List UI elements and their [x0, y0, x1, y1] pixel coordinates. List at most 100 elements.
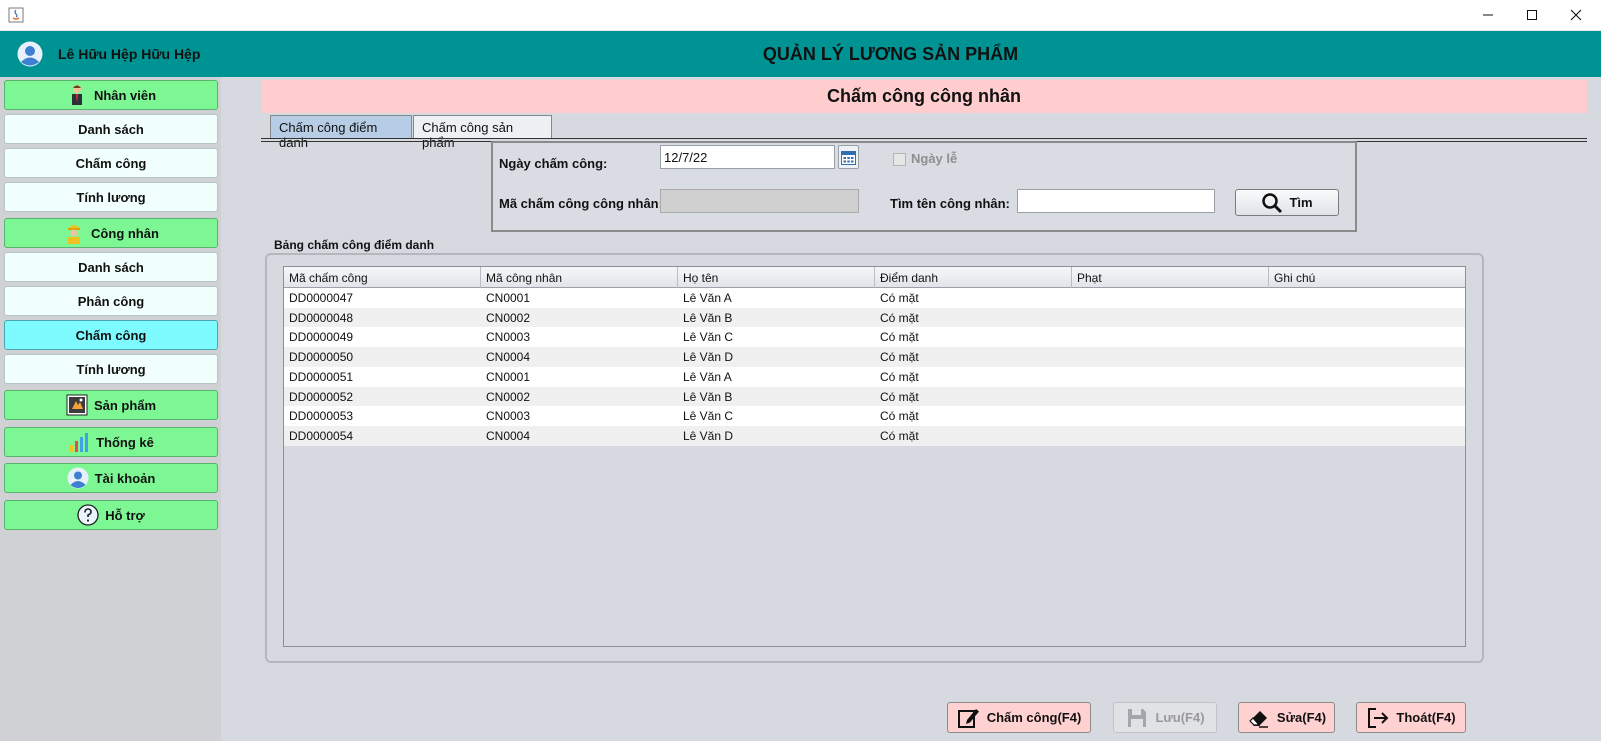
sidebar-item-workers-list[interactable]: Danh sách — [4, 252, 218, 282]
filter-panel: Ngày chấm công: 12/7/22 Ngày lễ Mã chấm … — [491, 141, 1357, 232]
sidebar-item-workers-assign[interactable]: Phân công — [4, 286, 218, 316]
save-button-label: Lưu(F4) — [1155, 710, 1205, 725]
table-cell — [1072, 406, 1269, 426]
column-header[interactable]: Ghi chú — [1269, 267, 1465, 288]
table-row[interactable]: DD0000050 CN0004 Lê Văn D Có mặt — [284, 347, 1465, 368]
sidebar-item-label: Chấm công — [75, 155, 147, 171]
edit-button-label: Sửa(F4) — [1276, 710, 1327, 725]
table-row[interactable]: DD0000054 CN0004 Lê Văn D Có mặt — [284, 425, 1465, 446]
column-header[interactable]: Mã công nhân — [481, 267, 678, 288]
tab-attendance-roll-call[interactable]: Chấm công điểm danh — [270, 115, 412, 150]
worker-name-search-input[interactable] — [1017, 189, 1215, 213]
table-cell: Lê Văn B — [683, 310, 733, 325]
sidebar-item-label: Danh sách — [78, 121, 144, 137]
minimize-button[interactable] — [1465, 0, 1511, 30]
chart-icon — [70, 433, 89, 452]
account-icon — [67, 467, 89, 489]
tab-attendance-product[interactable]: Chấm công sản phẩm — [413, 115, 552, 150]
date-label: Ngày chấm công: — [499, 156, 608, 171]
sidebar-item-statistics[interactable]: Thống kê — [4, 427, 218, 457]
table-cell — [1072, 387, 1269, 407]
table-cell: CN0002 — [486, 310, 531, 325]
maximize-icon — [1527, 10, 1537, 20]
table-cell: DD0000050 — [289, 350, 354, 365]
date-input[interactable]: 12/7/22 — [660, 145, 835, 169]
table-row[interactable]: DD0000052 CN0002 Lê Văn B Có mặt — [284, 386, 1465, 407]
attendance-code-field[interactable] — [660, 189, 859, 213]
table-cell: Có mặt — [880, 350, 919, 365]
table-cell — [1072, 367, 1269, 387]
sidebar-item-employees-attendance[interactable]: Chấm công — [4, 148, 218, 178]
product-icon — [66, 394, 88, 416]
exit-icon — [1368, 707, 1389, 728]
table-row[interactable]: DD0000051 CN0001 Lê Văn A Có mặt — [284, 366, 1465, 387]
close-icon — [1570, 9, 1582, 21]
attendance-table: Mã chấm công Mã công nhân Họ tên Điểm da… — [283, 266, 1466, 647]
table-cell — [1269, 426, 1465, 446]
table-cell: Có mặt — [880, 291, 919, 305]
exit-button[interactable]: Thoát(F4) — [1356, 702, 1466, 733]
exit-button-label: Thoát(F4) — [1396, 710, 1456, 725]
table-row[interactable]: DD0000053 CN0003 Lê Văn C Có mặt — [284, 406, 1465, 427]
eraser-icon — [1249, 710, 1268, 728]
column-header[interactable]: Phạt — [1072, 267, 1269, 288]
table-cell — [1072, 327, 1269, 347]
table-cell: Có mặt — [880, 409, 919, 424]
sidebar-item-employees-salary[interactable]: Tính lương — [4, 182, 218, 212]
search-button[interactable]: Tìm — [1235, 189, 1339, 216]
edit-button[interactable]: Sửa(F4) — [1238, 702, 1335, 733]
sidebar-item-workers[interactable]: Công nhân — [4, 218, 218, 248]
table-cell — [1269, 347, 1465, 367]
attend-button-label: Chấm công(F4) — [986, 710, 1082, 725]
sidebar-item-label: Tính lương — [76, 361, 146, 377]
table-row[interactable]: DD0000049 CN0003 Lê Văn C Có mặt — [284, 327, 1465, 348]
minimize-icon — [1483, 14, 1493, 16]
sidebar-item-account[interactable]: Tài khoản — [4, 463, 218, 493]
table-cell: Có mặt — [880, 369, 919, 384]
close-button[interactable] — [1553, 0, 1599, 30]
sidebar-item-employees-list[interactable]: Danh sách — [4, 114, 218, 144]
worker-name-label: Tìm tên công nhân: — [890, 196, 1010, 211]
table-cell: CN0004 — [486, 350, 531, 365]
java-app-icon — [8, 7, 24, 23]
table-cell: DD0000051 — [289, 369, 354, 384]
app-window: Lê Hữu Hệp Hữu Hệp QUẢN LÝ LƯƠNG SẢN PHẨ… — [0, 0, 1601, 741]
table-row[interactable]: DD0000048 CN0002 Lê Văn B Có mặt — [284, 307, 1465, 328]
table-row[interactable]: DD0000047 CN0001 Lê Văn A Có mặt — [284, 288, 1465, 308]
help-icon — [77, 504, 99, 526]
app-title-text: QUẢN LÝ LƯƠNG SẢN PHẨM — [762, 44, 1019, 64]
sidebar-item-products[interactable]: Sản phẩm — [4, 390, 218, 420]
table-cell: CN0003 — [486, 409, 531, 424]
table-cell — [1269, 308, 1465, 328]
sidebar-item-support[interactable]: Hỗ trợ — [4, 500, 218, 530]
holiday-checkbox[interactable] — [893, 153, 906, 166]
sidebar-item-label: Sản phẩm — [93, 397, 157, 413]
table-cell — [1269, 327, 1465, 347]
table-cell — [1269, 406, 1465, 426]
attend-button[interactable]: Chấm công(F4) — [947, 702, 1091, 733]
column-header[interactable]: Mã chấm công — [284, 267, 481, 288]
window-title-bar — [0, 0, 1601, 31]
sidebar-item-workers-salary[interactable]: Tính lương — [4, 354, 218, 384]
column-header[interactable]: Họ tên — [678, 267, 875, 288]
table-header: Mã chấm công Mã công nhân Họ tên Điểm da… — [284, 267, 1465, 288]
table-cell: CN0001 — [486, 291, 531, 305]
table-cell: Lê Văn D — [683, 428, 734, 443]
save-button[interactable]: Lưu(F4) — [1113, 702, 1217, 733]
table-cell: CN0002 — [486, 389, 531, 404]
sidebar-item-label: Tài khoản — [94, 470, 156, 486]
sidebar-item-label: Phân công — [77, 293, 145, 309]
table-cell — [1072, 288, 1269, 308]
sidebar-item-label: Tính lương — [76, 189, 146, 205]
sidebar-item-workers-attendance[interactable]: Chấm công — [4, 320, 218, 350]
sidebar-item-label: Công nhân — [91, 225, 159, 241]
table-cell — [1269, 288, 1465, 308]
table-cell: Có mặt — [880, 428, 919, 443]
maximize-button[interactable] — [1509, 0, 1555, 30]
table-cell: DD0000048 — [289, 310, 354, 325]
column-header[interactable]: Điểm danh — [875, 267, 1072, 288]
sidebar-item-employees[interactable]: Nhân viên — [4, 80, 218, 110]
date-picker-button[interactable] — [838, 145, 859, 169]
page-title: Chấm công công nhân — [261, 80, 1587, 113]
table-cell — [1072, 426, 1269, 446]
